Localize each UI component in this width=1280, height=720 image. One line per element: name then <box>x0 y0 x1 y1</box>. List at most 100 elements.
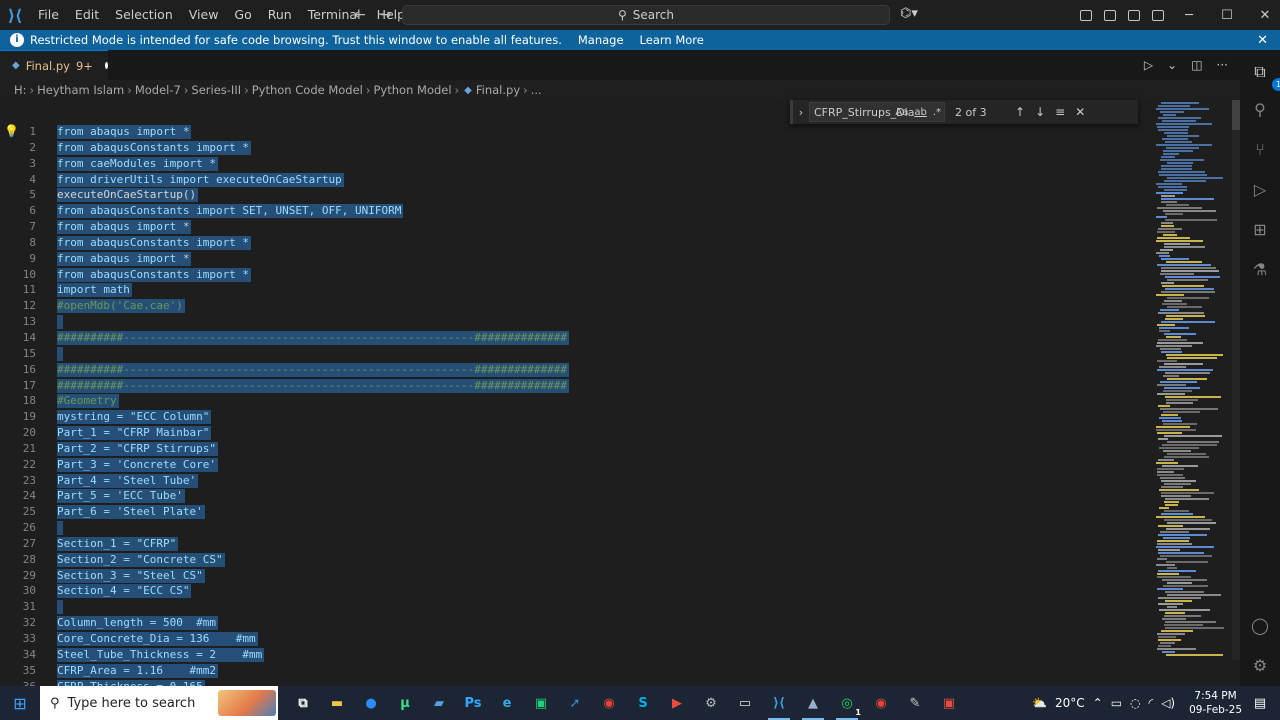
menu-run[interactable]: Run <box>260 0 300 30</box>
testing-icon[interactable]: ⚗ <box>1250 260 1270 280</box>
match-case-icon[interactable]: Aa <box>895 107 908 118</box>
code-line[interactable]: 25 Part_6 = 'Steel Plate' <box>0 504 1150 520</box>
app-paint-icon[interactable]: ✎ <box>898 686 932 720</box>
source-control-icon[interactable]: ⑂ <box>1250 140 1270 160</box>
scrollbar-thumb[interactable] <box>1232 100 1240 130</box>
search-view-icon[interactable]: ⚲ <box>1250 100 1270 120</box>
menu-file[interactable]: File <box>30 0 67 30</box>
split-editor-icon[interactable]: ◫ <box>1191 58 1202 72</box>
breadcrumb-folder[interactable]: Model-7 <box>135 83 181 97</box>
command-center-search[interactable]: ⚲ Search <box>402 5 890 25</box>
code-line[interactable]: 34 Steel_Tube_Thickness = 2 #mm <box>0 647 1150 663</box>
match-whole-word-icon[interactable]: ab <box>914 107 926 118</box>
code-line[interactable]: 6 from abaqusConstants import SET, UNSET,… <box>0 203 1150 219</box>
code-line[interactable]: 32 Column_length = 500 #mm <box>0 615 1150 631</box>
code-line[interactable]: 21 Part_2 = "CFRP Stirrups" <box>0 441 1150 457</box>
whatsapp-icon[interactable]: ◎ 1 <box>830 686 864 720</box>
customize-layout-icon[interactable] <box>1080 9 1092 21</box>
use-regex-icon[interactable]: .* <box>933 107 941 118</box>
find-in-selection-icon[interactable]: ≡ <box>1055 105 1065 119</box>
breadcrumb-folder[interactable]: Heytham Islam <box>37 83 124 97</box>
tab-final-py[interactable]: ◆ Final.py 9+ <box>0 50 108 80</box>
menu-view[interactable]: View <box>181 0 227 30</box>
chrome-icon[interactable]: ◉ <box>592 686 626 720</box>
explorer-icon[interactable]: ⧉ 1 <box>1250 62 1280 91</box>
close-window-icon[interactable]: ✕ <box>1246 0 1280 30</box>
code-line[interactable]: 16 ##########----------------------------… <box>0 362 1150 378</box>
banner-close-icon[interactable]: ✕ <box>1257 33 1268 48</box>
close-find-icon[interactable]: ✕ <box>1075 105 1085 119</box>
breadcrumb-drive[interactable]: H: <box>14 83 27 97</box>
account-icon[interactable]: ◯ <box>1250 616 1270 636</box>
toggle-secondary-sidebar-icon[interactable] <box>1152 9 1164 21</box>
code-line[interactable]: 20 Part_1 = "CFRP Mainbar" <box>0 425 1150 441</box>
app-settings-icon[interactable]: ⚙ <box>694 686 728 720</box>
code-line[interactable]: 35 CFRP_Area = 1.16 #mm2 <box>0 663 1150 679</box>
abaqus-icon[interactable]: ▲ <box>796 686 830 720</box>
run-dropdown-chevron-icon[interactable]: ⌄ <box>1167 58 1177 72</box>
back-arrow-icon[interactable]: ← <box>354 7 366 23</box>
taskbar-search-box[interactable]: ⚲ Type here to search <box>40 686 278 720</box>
app-red-icon[interactable]: ▣ <box>932 686 966 720</box>
code-line[interactable]: 9 from abaqus import * <box>0 251 1150 267</box>
windows-start-icon[interactable]: ⊞ <box>0 686 40 720</box>
edge-icon[interactable]: e <box>490 686 524 720</box>
wifi-icon[interactable]: ◜ <box>1149 696 1154 710</box>
terminal-icon[interactable]: ▭ <box>728 686 762 720</box>
pycharm-icon[interactable]: ▣ <box>524 686 558 720</box>
code-line[interactable]: 36CFRP_Thickness = 0.165 <box>0 679 1150 686</box>
code-line[interactable]: 23 Part_4 = 'Steel Tube' <box>0 473 1150 489</box>
code-line[interactable]: 26 <box>0 520 1150 536</box>
network-icon[interactable]: ◌ <box>1130 696 1140 710</box>
code-line[interactable]: 13 <box>0 314 1150 330</box>
task-view-icon[interactable]: ⧉ <box>286 686 320 720</box>
run-and-debug-icon[interactable]: ▷ <box>1250 180 1270 200</box>
code-line[interactable]: 19 mystring = "ECC Column" <box>0 409 1150 425</box>
code-line[interactable]: 17 ##########----------------------------… <box>0 378 1150 394</box>
code-line[interactable]: 3 from caeModules import * <box>0 156 1150 172</box>
code-line[interactable]: 5 executeOnCaeStartup() <box>0 187 1150 203</box>
toggle-replace-chevron-icon[interactable]: › <box>793 106 809 119</box>
breadcrumb-folder[interactable]: Python Model <box>374 83 452 97</box>
more-actions-icon[interactable]: ··· <box>1217 58 1228 72</box>
code-line[interactable]: 11 import math <box>0 282 1150 298</box>
breadcrumb-file[interactable]: Final.py <box>476 83 520 97</box>
code-editor[interactable]: 1 from abaqus import * 2 from abaqusConstan… <box>0 124 1150 686</box>
volume-icon[interactable]: ◁) <box>1161 696 1175 710</box>
forward-arrow-icon[interactable]: → <box>380 7 392 23</box>
weather-temp[interactable]: 20°C <box>1055 696 1085 710</box>
code-line[interactable]: 10 from abaqusConstants import * <box>0 267 1150 283</box>
weather-icon[interactable]: ⛅ <box>1032 696 1047 710</box>
app-arrow-icon[interactable]: ➚ <box>558 686 592 720</box>
code-line[interactable]: 22 Part_3 = 'Concrete Core' <box>0 457 1150 473</box>
skype-icon[interactable]: S <box>626 686 660 720</box>
code-line[interactable]: 31 <box>0 599 1150 615</box>
toggle-primary-sidebar-icon[interactable] <box>1104 9 1116 21</box>
minimap[interactable] <box>1152 100 1232 660</box>
code-line[interactable]: 15 <box>0 346 1150 362</box>
zoom-icon[interactable]: ● <box>354 686 388 720</box>
code-line[interactable]: 30 Section_4 = "ECC CS" <box>0 583 1150 599</box>
code-line[interactable]: 28 Section_2 = "Concrete CS" <box>0 552 1150 568</box>
previous-match-icon[interactable]: ↑ <box>1015 105 1025 119</box>
unsaved-dot-icon[interactable] <box>104 62 108 69</box>
code-line[interactable]: 7 from abaqus import * <box>0 219 1150 235</box>
show-hidden-icons-icon[interactable]: ⌃ <box>1093 696 1103 710</box>
menu-selection[interactable]: Selection <box>107 0 181 30</box>
breadcrumb-folder[interactable]: Python Code Model <box>252 83 363 97</box>
media-player-icon[interactable]: ▶ <box>660 686 694 720</box>
code-line[interactable]: 29 Section_3 = "Steel CS" <box>0 568 1150 584</box>
battery-icon[interactable]: ▭ <box>1111 696 1122 710</box>
code-line[interactable]: 27 Section_1 = "CFRP" <box>0 536 1150 552</box>
banner-learn-more-link[interactable]: Learn More <box>640 33 704 47</box>
breadcrumb-folder[interactable]: Series-III <box>191 83 241 97</box>
photoshop-icon[interactable]: Ps <box>456 686 490 720</box>
copilot-icon[interactable]: ⌬▾ <box>900 6 918 21</box>
chrome-profile-icon[interactable]: ◉ <box>864 686 898 720</box>
extensions-icon[interactable]: ⊞ <box>1250 220 1270 240</box>
file-explorer-icon[interactable]: ▬ <box>320 686 354 720</box>
vertical-scrollbar[interactable] <box>1232 100 1240 660</box>
next-match-icon[interactable]: ↓ <box>1035 105 1045 119</box>
vscode-taskbar-icon[interactable]: ⟩⟨ <box>762 686 796 720</box>
maximize-icon[interactable]: ☐ <box>1208 0 1246 30</box>
